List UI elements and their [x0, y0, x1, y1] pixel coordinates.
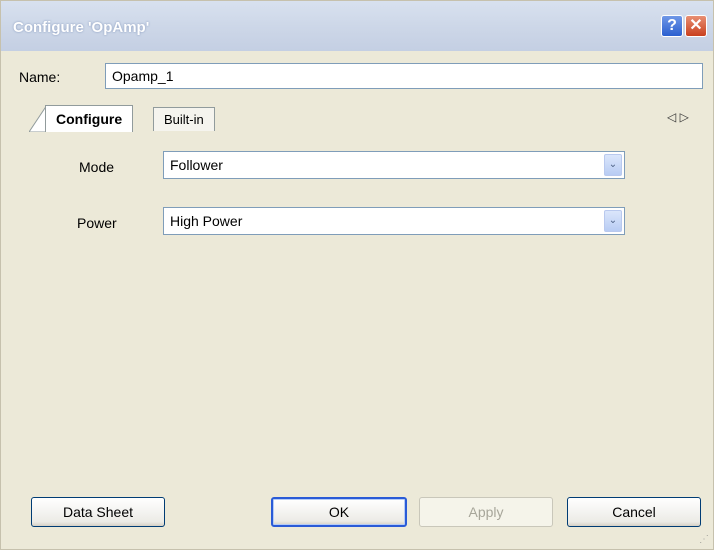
name-input[interactable] [105, 63, 703, 89]
power-select-value: High Power [170, 213, 243, 229]
mode-label: Mode [79, 159, 115, 175]
tab-scroll-right-icon[interactable]: ▷ [680, 110, 689, 124]
chevron-down-icon[interactable]: ⌄ [604, 154, 622, 176]
resize-grip-icon[interactable]: ⋰ [699, 535, 711, 547]
tab-built-in[interactable]: Built-in [153, 107, 215, 131]
tab-strip: Configure Built-in ◁ ▷ [17, 105, 703, 132]
configure-panel: Mode Follower ⌄ Power High Power ⌄ [17, 131, 703, 471]
power-select[interactable]: High Power ⌄ [163, 207, 625, 235]
tab-scroll-arrows: ◁ ▷ [667, 110, 689, 124]
cancel-button[interactable]: Cancel [567, 497, 701, 527]
chevron-down-icon[interactable]: ⌄ [604, 210, 622, 232]
mode-select[interactable]: Follower ⌄ [163, 151, 625, 179]
tab-scroll-left-icon[interactable]: ◁ [667, 110, 676, 124]
close-icon[interactable]: ✕ [685, 15, 707, 37]
title-bar[interactable]: Configure 'OpAmp' ? ✕ [1, 1, 713, 51]
data-sheet-button[interactable]: Data Sheet [31, 497, 165, 527]
help-icon[interactable]: ? [661, 15, 683, 37]
tab-configure[interactable]: Configure [45, 105, 134, 132]
name-label: Name: [19, 69, 61, 85]
window-title: Configure 'OpAmp' [13, 19, 150, 36]
apply-button[interactable]: Apply [419, 497, 553, 527]
ok-button[interactable]: OK [271, 497, 407, 527]
configure-dialog: Configure 'OpAmp' ? ✕ Name: Configure Bu… [0, 0, 714, 550]
power-label: Power [77, 215, 117, 231]
mode-select-value: Follower [170, 157, 223, 173]
